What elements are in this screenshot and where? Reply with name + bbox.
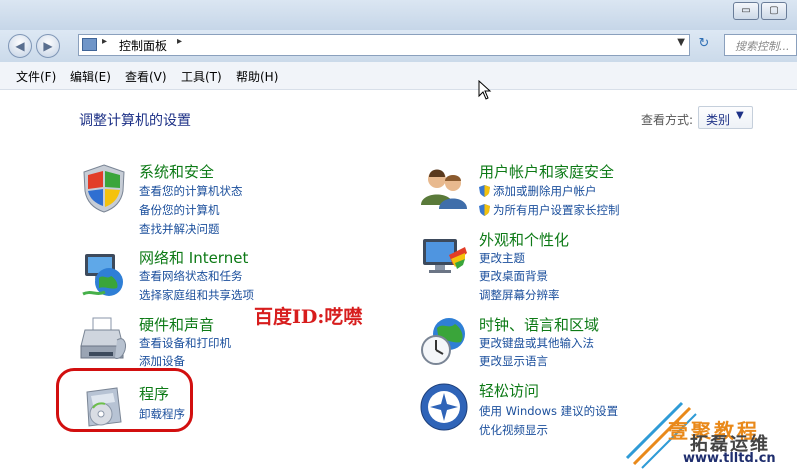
maximize-button[interactable]: ▢ xyxy=(761,2,787,20)
navigation-bar: ◀ ▶ ▸ 控制面板 ▸ ▼ ↻ 搜索控制... xyxy=(0,30,797,62)
back-button[interactable]: ◀ xyxy=(8,34,32,58)
printer-icon[interactable] xyxy=(79,316,129,366)
breadcrumb-separator[interactable]: ▸ xyxy=(102,36,107,47)
menu-view[interactable]: 查看(V) xyxy=(125,68,167,85)
view-by-value: 类别 xyxy=(706,113,731,127)
link-add-remove-accounts-label: 添加或删除用户帐户 xyxy=(493,184,597,198)
category-title-ease-of-access[interactable]: 轻松访问 xyxy=(479,380,539,401)
link-parental-controls-label: 为所有用户设置家长控制 xyxy=(493,203,620,217)
search-input[interactable]: 搜索控制... xyxy=(724,34,797,56)
chevron-down-icon: ▼ xyxy=(736,110,744,121)
link-add-device[interactable]: 添加设备 xyxy=(139,353,185,369)
link-optimize-display[interactable]: 优化视频显示 xyxy=(479,422,548,438)
uac-shield-icon xyxy=(479,204,490,216)
network-globe-icon[interactable] xyxy=(79,250,129,300)
link-recommended-settings[interactable]: 使用 Windows 建议的设置 xyxy=(479,403,618,419)
shield-windows-icon[interactable] xyxy=(79,163,129,213)
link-homegroup[interactable]: 选择家庭组和共享选项 xyxy=(139,287,254,303)
menu-file[interactable]: 文件(F) xyxy=(16,68,56,85)
category-title-clock-region[interactable]: 时钟、语言和区域 xyxy=(479,314,599,335)
link-change-theme[interactable]: 更改主题 xyxy=(479,250,525,266)
minimize-button[interactable]: ▭ xyxy=(733,2,759,20)
link-troubleshoot[interactable]: 查找并解决问题 xyxy=(139,221,220,237)
category-title-user-accounts[interactable]: 用户帐户和家庭安全 xyxy=(479,161,614,182)
address-dropdown-icon[interactable]: ▼ xyxy=(677,37,685,48)
address-bar[interactable]: ▸ 控制面板 ▸ ▼ xyxy=(78,34,690,56)
category-title-system-security[interactable]: 系统和安全 xyxy=(139,161,214,182)
link-devices-printers[interactable]: 查看设备和打印机 xyxy=(139,335,231,351)
menu-edit[interactable]: 编辑(E) xyxy=(70,68,111,85)
menu-bar: 文件(F) 编辑(E) 查看(V) 工具(T) 帮助(H) xyxy=(0,62,797,90)
refresh-icon[interactable]: ↻ xyxy=(694,36,714,54)
ease-of-access-icon[interactable] xyxy=(419,382,469,432)
category-title-appearance[interactable]: 外观和个性化 xyxy=(479,229,569,250)
link-view-computer-status[interactable]: 查看您的计算机状态 xyxy=(139,183,243,199)
control-panel-icon xyxy=(82,38,97,51)
page-title: 调整计算机的设置 xyxy=(79,113,191,129)
menu-tools[interactable]: 工具(T) xyxy=(181,68,222,85)
clock-globe-icon[interactable] xyxy=(419,316,469,366)
link-add-remove-accounts[interactable]: 添加或删除用户帐户 xyxy=(479,183,597,199)
breadcrumb-separator-2[interactable]: ▸ xyxy=(177,36,182,47)
link-screen-resolution[interactable]: 调整屏幕分辨率 xyxy=(479,287,560,303)
link-parental-controls[interactable]: 为所有用户设置家长控制 xyxy=(479,202,620,218)
watermark-text: 百度ID:呓噤 xyxy=(254,306,363,328)
view-by-label: 查看方式: xyxy=(641,113,694,127)
view-by-select[interactable]: 类别 ▼ xyxy=(698,106,753,129)
logo-url: www.tlltd.cn xyxy=(683,451,776,466)
search-placeholder: 搜索控制... xyxy=(735,40,790,53)
highlight-annotation xyxy=(56,368,193,432)
breadcrumb-control-panel[interactable]: 控制面板 xyxy=(119,37,167,54)
link-change-background[interactable]: 更改桌面背景 xyxy=(479,268,548,284)
window-buttons: ▭ ▢ xyxy=(731,2,787,20)
menu-help[interactable]: 帮助(H) xyxy=(236,68,278,85)
link-display-language[interactable]: 更改显示语言 xyxy=(479,353,548,369)
category-title-network[interactable]: 网络和 Internet xyxy=(139,247,248,268)
mouse-cursor-icon xyxy=(478,80,492,100)
category-title-hardware[interactable]: 硬件和声音 xyxy=(139,314,214,335)
monitor-paint-icon[interactable] xyxy=(419,233,469,283)
link-backup-computer[interactable]: 备份您的计算机 xyxy=(139,202,220,218)
users-icon[interactable] xyxy=(419,163,469,213)
uac-shield-icon xyxy=(479,185,490,197)
link-keyboard-input[interactable]: 更改键盘或其他输入法 xyxy=(479,335,594,351)
link-network-status[interactable]: 查看网络状态和任务 xyxy=(139,268,243,284)
window-title-bar: ▭ ▢ xyxy=(0,0,797,30)
forward-button[interactable]: ▶ xyxy=(36,34,60,58)
